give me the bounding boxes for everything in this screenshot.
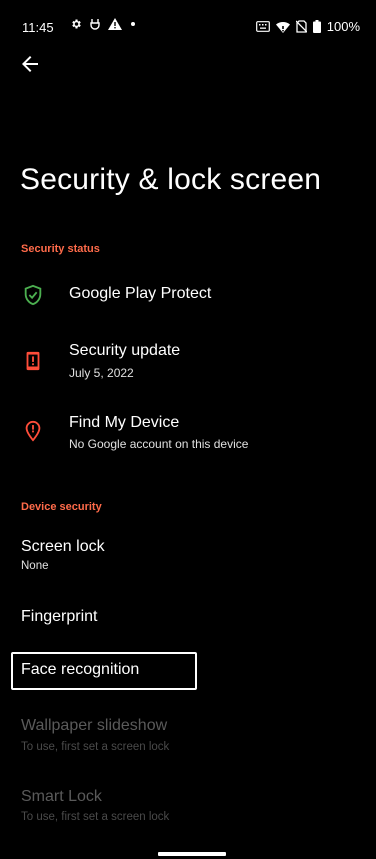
security-update-row[interactable]: Security update July 5, 2022	[0, 334, 376, 388]
row-title: Fingerprint	[21, 608, 98, 625]
wifi-icon	[275, 21, 290, 33]
status-right-icons: 100%	[255, 19, 360, 34]
row-title: Security update	[69, 342, 181, 359]
status-time: 11:45	[22, 20, 54, 35]
page-title: Security & lock screen	[20, 163, 322, 196]
fingerprint-row[interactable]: Fingerprint	[0, 598, 376, 638]
battery-icon	[312, 20, 321, 33]
no-sim-icon	[295, 20, 307, 33]
phone-alert-icon	[22, 350, 44, 372]
shield-check-icon	[22, 284, 44, 306]
row-subtitle: None	[21, 560, 49, 572]
row-subtitle: July 5, 2022	[69, 366, 134, 380]
keyboard-icon	[255, 21, 270, 32]
wallpaper-slideshow-row: Wallpaper slideshow To use, first set a …	[0, 710, 376, 760]
row-subtitle: No Google account on this device	[69, 437, 249, 451]
row-subtitle: To use, first set a screen lock	[21, 741, 170, 753]
back-arrow-icon[interactable]	[18, 52, 42, 76]
row-subtitle: To use, first set a screen lock	[21, 811, 170, 823]
dot-icon	[130, 21, 136, 27]
face-recognition-row[interactable]: Face recognition	[0, 652, 376, 690]
smart-lock-row: Smart Lock To use, first set a screen lo…	[0, 782, 376, 832]
section-header-security-status: Security status	[21, 243, 100, 255]
battery-percent: 100%	[326, 19, 360, 34]
screen-lock-row[interactable]: Screen lock None	[0, 532, 376, 582]
location-alert-icon	[22, 420, 44, 442]
row-title: Find My Device	[69, 414, 180, 431]
row-title: Wallpaper slideshow	[21, 717, 168, 734]
row-title: Smart Lock	[21, 788, 102, 805]
warning-icon	[108, 18, 122, 30]
row-title: Screen lock	[21, 538, 105, 555]
row-title: Google Play Protect	[69, 285, 212, 302]
usb-icon	[90, 18, 100, 30]
settings-gear-icon	[70, 18, 82, 30]
section-header-device-security: Device security	[21, 501, 102, 513]
find-my-device-row[interactable]: Find My Device No Google account on this…	[0, 406, 376, 460]
google-play-protect-row[interactable]: Google Play Protect	[0, 272, 376, 318]
status-bar: 11:45 100%	[0, 0, 376, 40]
row-title: Face recognition	[21, 661, 140, 678]
navigation-handle[interactable]	[158, 852, 226, 856]
status-left-icons	[70, 18, 136, 30]
